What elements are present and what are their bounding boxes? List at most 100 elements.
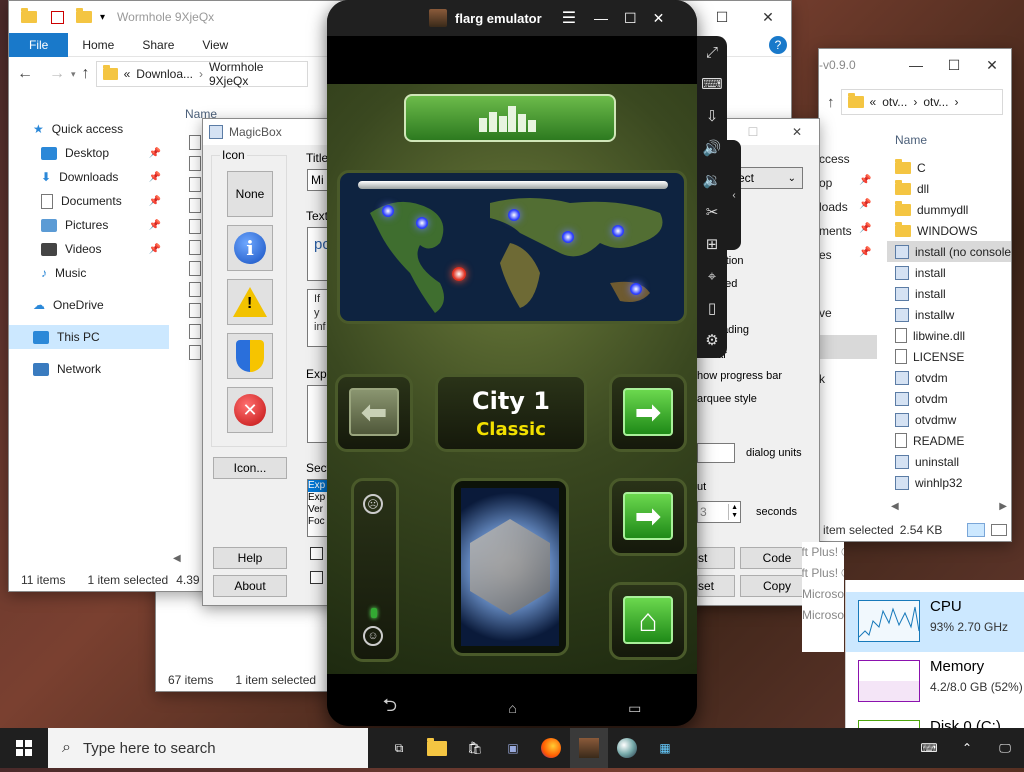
- file-icon[interactable]: [189, 198, 201, 213]
- file-row[interactable]: README: [887, 430, 1011, 451]
- forward-icon[interactable]: →: [49, 65, 65, 83]
- file-row[interactable]: install: [887, 283, 1011, 304]
- address-box[interactable]: « Downloa... › Wormhole 9XjeQx: [95, 60, 308, 88]
- map-marker[interactable]: [382, 205, 394, 217]
- file-icon[interactable]: [189, 240, 201, 255]
- file-icon[interactable]: [189, 177, 201, 192]
- middle-button[interactable]: ➡: [623, 492, 673, 540]
- file-row[interactable]: otvdm: [887, 367, 1011, 388]
- file-row[interactable]: dummydll: [887, 199, 1011, 220]
- difficulty-slider-thumb[interactable]: [371, 608, 377, 618]
- file-icon[interactable]: [189, 219, 201, 234]
- checkbox-a[interactable]: [310, 547, 323, 560]
- globe-icon[interactable]: [608, 728, 646, 768]
- scroll-left-icon[interactable]: ◀: [173, 553, 181, 564]
- scroll-right-icon[interactable]: ▶: [999, 501, 1007, 515]
- icon-warning-button[interactable]: !: [227, 279, 273, 325]
- about-button[interactable]: About: [213, 575, 287, 597]
- location-icon[interactable]: ⌖: [697, 260, 727, 292]
- file-row[interactable]: LICENSE: [887, 346, 1011, 367]
- close-button[interactable]: ✕: [745, 1, 791, 33]
- tab-view[interactable]: View: [188, 38, 242, 52]
- nav-label[interactable]: ccess: [819, 147, 877, 171]
- address-part[interactable]: Wormhole 9XjeQx: [209, 60, 301, 88]
- prev-arrow-button[interactable]: ⬅: [349, 388, 399, 436]
- scrollbar-h[interactable]: ◀ ▶: [891, 501, 1007, 515]
- calculator-icon[interactable]: ▦: [646, 728, 684, 768]
- nav-pictures[interactable]: Pictures 📌: [9, 213, 169, 237]
- recents-icon[interactable]: ▭: [628, 700, 641, 717]
- search-box[interactable]: ⌕ Type here to search: [48, 728, 368, 768]
- multi-instance-icon[interactable]: ⊞: [697, 228, 727, 260]
- task-manager-panel[interactable]: CPU 93% 2.70 GHz Memory 4.2/8.0 GB (52%)…: [845, 580, 1024, 768]
- nav-desktop[interactable]: Desktop 📌: [9, 141, 169, 165]
- maximize-button[interactable]: ☐: [699, 1, 745, 33]
- keyboard-icon[interactable]: ⌨: [697, 68, 727, 100]
- spinner-arrows-icon[interactable]: ▲ ▼: [728, 504, 740, 520]
- minimize-icon[interactable]: —: [594, 10, 608, 26]
- maximize-button[interactable]: ☐: [731, 125, 775, 139]
- title-bar[interactable]: -v0.9.0 — ☐ ✕: [819, 49, 1011, 81]
- nav-downloads[interactable]: ⬇ Downloads 📌: [9, 165, 169, 189]
- test-button[interactable]: st: [697, 547, 735, 569]
- network-tray-icon[interactable]: 🖵: [986, 728, 1024, 768]
- task-view-icon[interactable]: ⧉: [380, 728, 418, 768]
- scroll-left-icon[interactable]: ◀: [891, 501, 899, 515]
- nav-quick-access[interactable]: ★ Quick access: [9, 117, 169, 141]
- nav-network[interactable]: Network: [9, 357, 169, 381]
- volume-down-icon[interactable]: 🔉: [697, 164, 727, 196]
- chevron-down-icon[interactable]: ▾: [71, 69, 76, 80]
- file-row[interactable]: WINDOWS: [887, 220, 1011, 241]
- address-part[interactable]: otv...: [923, 95, 948, 109]
- icon-none-button[interactable]: None: [227, 171, 273, 217]
- map-marker[interactable]: [508, 209, 520, 221]
- nav-this-pc[interactable]: This PC: [9, 325, 169, 349]
- up-icon[interactable]: ↑: [82, 65, 90, 83]
- file-explorer-icon[interactable]: [418, 728, 456, 768]
- shake-icon[interactable]: ▯: [697, 292, 727, 324]
- city-skyline-banner[interactable]: [404, 94, 616, 142]
- tiles-view-icon[interactable]: [991, 524, 1007, 536]
- file-icon[interactable]: [189, 156, 201, 171]
- address-part[interactable]: Downloa...: [136, 67, 193, 81]
- nav-label[interactable]: k: [819, 367, 877, 391]
- nav-label[interactable]: ve: [819, 301, 877, 325]
- icon-browse-button[interactable]: Icon...: [213, 457, 287, 479]
- file-row[interactable]: C: [887, 157, 1011, 178]
- nav-videos[interactable]: Videos 📌: [9, 237, 169, 261]
- memory-row[interactable]: Memory 4.2/8.0 GB (52%): [846, 652, 1024, 712]
- address-part[interactable]: otv...: [882, 95, 907, 109]
- reset-button[interactable]: set: [697, 575, 735, 597]
- store-icon[interactable]: 🛍: [456, 728, 494, 768]
- nav-music[interactable]: ♪ Music: [9, 261, 169, 285]
- home-button[interactable]: ⌂: [623, 596, 673, 644]
- maximize-button[interactable]: ☐: [935, 49, 973, 81]
- maximize-icon[interactable]: ☐: [624, 10, 637, 27]
- timeout-spinner[interactable]: 3 ▲ ▼: [697, 501, 741, 523]
- file-row[interactable]: libwine.dll: [887, 325, 1011, 346]
- help-button[interactable]: Help: [213, 547, 287, 569]
- nav-onedrive[interactable]: ☁ OneDrive: [9, 293, 169, 317]
- chevron-up-icon[interactable]: ⌃: [948, 728, 986, 768]
- details-view-icon[interactable]: [967, 523, 985, 537]
- file-row[interactable]: otvdm: [887, 388, 1011, 409]
- cpu-row[interactable]: CPU 93% 2.70 GHz: [846, 592, 1024, 652]
- screenshot-icon[interactable]: ✂: [697, 196, 727, 228]
- explorer-window-otvdm[interactable]: -v0.9.0 — ☐ ✕ ↑ « otv... › otv... › Name…: [818, 48, 1012, 542]
- file-row[interactable]: installw: [887, 304, 1011, 325]
- icon-shield-button[interactable]: [227, 333, 273, 379]
- nav-this-pc-selected[interactable]: [819, 335, 877, 359]
- icon-error-button[interactable]: ✕: [227, 387, 273, 433]
- map-marker-selected[interactable]: [452, 267, 466, 281]
- chevron-down-icon[interactable]: ▾: [100, 12, 105, 23]
- game-view[interactable]: ⬅ City 1 Classic ➡ ☹ ☺ ➡ ⌂: [327, 84, 697, 674]
- apk-install-icon[interactable]: ⇩: [697, 100, 727, 132]
- address-box[interactable]: « otv... › otv... ›: [840, 89, 1003, 115]
- control-panel-icon[interactable]: ▣: [494, 728, 532, 768]
- fullscreen-icon[interactable]: ⤢: [697, 36, 727, 68]
- back-icon[interactable]: ←: [17, 65, 33, 83]
- icon-info-button[interactable]: i: [227, 225, 273, 271]
- next-arrow-button[interactable]: ➡: [623, 388, 673, 436]
- start-button[interactable]: [0, 728, 48, 768]
- tab-file[interactable]: File: [9, 32, 69, 57]
